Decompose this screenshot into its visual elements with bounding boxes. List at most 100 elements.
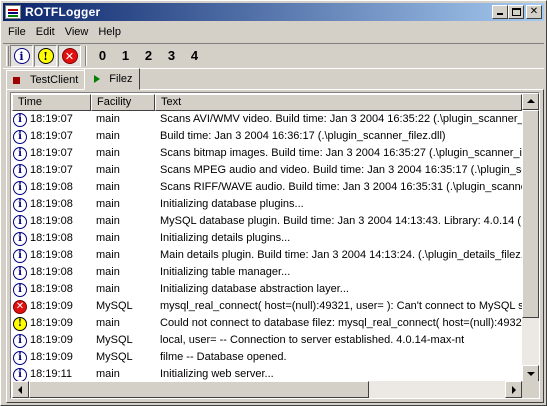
level-1-button[interactable]: 1 bbox=[114, 45, 137, 67]
warning-filter-button[interactable]: ! bbox=[34, 45, 57, 67]
tab-label: Filez bbox=[109, 73, 133, 85]
time-value: 18:19:09 bbox=[30, 334, 73, 346]
facility-cell: MySQL bbox=[96, 334, 133, 346]
time-value: 18:19:08 bbox=[30, 215, 73, 227]
time-value: 18:19:09 bbox=[30, 300, 73, 312]
log-row[interactable]: ! 18:19:09 main Could not connect to databa… bbox=[12, 315, 522, 332]
error-filter-button[interactable]: ✕ bbox=[58, 45, 81, 67]
stop-icon bbox=[13, 76, 20, 84]
time-cell: i 18:19:09 bbox=[12, 332, 91, 349]
level-0-button[interactable]: 0 bbox=[91, 45, 114, 67]
time-cell: i 18:19:08 bbox=[12, 213, 91, 230]
error-icon: ✕ bbox=[13, 299, 27, 314]
horizontal-scrollbar[interactable] bbox=[12, 381, 522, 398]
close-icon: ✕ bbox=[529, 6, 539, 17]
vertical-scroll-thumb[interactable] bbox=[522, 110, 539, 318]
time-value: 18:19:07 bbox=[30, 113, 73, 125]
time-cell: i 18:19:07 bbox=[12, 111, 91, 128]
level-4-button[interactable]: 4 bbox=[183, 45, 206, 67]
menu-view[interactable]: View bbox=[60, 23, 94, 41]
warning-icon: ! bbox=[13, 316, 27, 331]
log-list[interactable]: Time Facility Text i 18:19:07 main Scans AVI/… bbox=[10, 92, 540, 399]
log-row[interactable]: i 18:19:08 main Initializing database plugi… bbox=[12, 196, 522, 213]
time-cell: i 18:19:07 bbox=[12, 145, 91, 162]
level-3-button[interactable]: 3 bbox=[160, 45, 183, 67]
log-row[interactable]: i 18:19:09 MySQL filme -- Database opened. bbox=[12, 349, 522, 366]
time-cell: i 18:19:07 bbox=[12, 128, 91, 145]
arrow-left-icon bbox=[18, 386, 22, 394]
info-icon: i bbox=[13, 333, 27, 348]
caption-buttons: ✕ bbox=[492, 5, 542, 19]
scroll-left-button[interactable] bbox=[12, 381, 29, 398]
message-cell: Build time: Jan 3 2004 16:36:17 (.\plugi… bbox=[160, 130, 446, 142]
log-row[interactable]: i 18:19:07 main Scans MPEG audio and video.… bbox=[12, 162, 522, 179]
log-row[interactable]: i 18:19:08 main Main details plugin. Build … bbox=[12, 247, 522, 264]
message-cell: Scans RIFF/WAVE audio. Build time: Jan 3… bbox=[160, 181, 522, 193]
info-icon: i bbox=[13, 163, 27, 178]
warning-icon: ! bbox=[37, 48, 54, 64]
level-2-button[interactable]: 2 bbox=[137, 45, 160, 67]
time-cell: ! 18:19:09 bbox=[12, 315, 91, 332]
tab-panel: Time Facility Text i 18:19:07 main Scans AVI/… bbox=[6, 89, 544, 403]
info-icon: i bbox=[13, 197, 27, 212]
scroll-down-button[interactable] bbox=[522, 365, 539, 382]
toolbar-separator bbox=[85, 46, 87, 66]
log-row[interactable]: i 18:19:07 main Scans bitmap images. Build … bbox=[12, 145, 522, 162]
log-row[interactable]: i 18:19:08 main Initializing table manager.… bbox=[12, 264, 522, 281]
facility-cell: main bbox=[96, 198, 120, 210]
column-time-header[interactable]: Time bbox=[12, 94, 91, 111]
info-icon: i bbox=[13, 248, 27, 263]
app-icon[interactable] bbox=[5, 5, 21, 19]
time-value: 18:19:09 bbox=[30, 351, 73, 363]
facility-cell: main bbox=[96, 181, 120, 193]
info-icon: i bbox=[13, 367, 27, 382]
column-text-header[interactable]: Text bbox=[155, 94, 522, 111]
menu-help[interactable]: Help bbox=[93, 23, 126, 41]
minimize-icon bbox=[497, 13, 503, 15]
horizontal-scroll-thumb[interactable] bbox=[29, 381, 369, 398]
facility-cell: main bbox=[96, 266, 120, 278]
title-bar[interactable]: ROTFLogger ✕ bbox=[3, 3, 544, 21]
log-row[interactable]: ✕ 18:19:09 MySQL mysql_real_connect( host=(… bbox=[12, 298, 522, 315]
scroll-right-button[interactable] bbox=[505, 381, 522, 398]
time-value: 18:19:09 bbox=[30, 317, 73, 329]
menu-edit[interactable]: Edit bbox=[31, 23, 60, 41]
time-cell: i 18:19:08 bbox=[12, 179, 91, 196]
maximize-button[interactable] bbox=[508, 5, 524, 19]
scroll-up-button[interactable] bbox=[522, 93, 539, 110]
facility-cell: main bbox=[96, 232, 120, 244]
vertical-scrollbar[interactable] bbox=[522, 93, 539, 382]
menu-file[interactable]: File bbox=[3, 23, 31, 41]
facility-cell: main bbox=[96, 130, 120, 142]
message-cell: Initializing table manager... bbox=[160, 266, 291, 278]
message-cell: Scans MPEG audio and video. Build time: … bbox=[160, 164, 522, 176]
toolbar-grip[interactable] bbox=[6, 46, 9, 66]
tab-filez[interactable]: Filez bbox=[84, 68, 140, 90]
log-rows: i 18:19:07 main Scans AVI/WMV video. Build … bbox=[12, 111, 522, 383]
message-cell: Scans bitmap images. Build time: Jan 3 2… bbox=[160, 147, 522, 159]
info-filter-button[interactable]: i bbox=[10, 45, 33, 67]
log-row[interactable]: i 18:19:08 main MySQL database plugin. Buil… bbox=[12, 213, 522, 230]
facility-cell: MySQL bbox=[96, 351, 133, 363]
info-icon: i bbox=[13, 180, 27, 195]
arrow-right-icon bbox=[512, 386, 516, 394]
log-row[interactable]: i 18:19:08 main Scans RIFF/WAVE audio. Buil… bbox=[12, 179, 522, 196]
log-row[interactable]: i 18:19:08 main Initializing database abstr… bbox=[12, 281, 522, 298]
tab-label: TestClient bbox=[30, 74, 79, 86]
minimize-button[interactable] bbox=[492, 5, 508, 19]
log-row[interactable]: i 18:19:07 main Scans AVI/WMV video. Build … bbox=[12, 111, 522, 128]
window-title: ROTFLogger bbox=[25, 5, 101, 19]
message-cell: filme -- Database opened. bbox=[160, 351, 287, 363]
log-list-content: Time Facility Text i 18:19:07 main Scans AVI/… bbox=[12, 94, 522, 383]
tab-testclient[interactable]: TestClient bbox=[6, 70, 86, 90]
log-row[interactable]: i 18:19:09 MySQL local, user= -- Connection… bbox=[12, 332, 522, 349]
close-button[interactable]: ✕ bbox=[526, 5, 542, 19]
message-cell: local, user= -- Connection to server est… bbox=[160, 334, 465, 346]
facility-cell: main bbox=[96, 164, 120, 176]
log-row[interactable]: i 18:19:07 main Build time: Jan 3 2004 16:3… bbox=[12, 128, 522, 145]
scrollbar-corner bbox=[522, 381, 539, 398]
log-row[interactable]: i 18:19:08 main Initializing details plugin… bbox=[12, 230, 522, 247]
column-facility-header[interactable]: Facility bbox=[91, 94, 155, 111]
app-window: ROTFLogger ✕ File Edit View Help i! ✕ 0 1 2 3 4 T… bbox=[0, 0, 547, 406]
facility-cell: main bbox=[96, 215, 120, 227]
